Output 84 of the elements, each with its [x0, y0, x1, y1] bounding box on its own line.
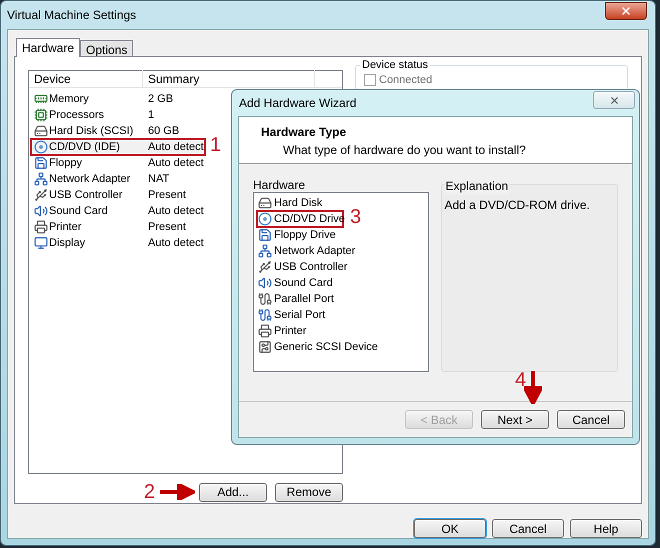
device-name: Printer — [49, 220, 82, 235]
window-title: Add Hardware Wizard — [239, 95, 356, 112]
device-name: Sound Card — [49, 204, 108, 219]
list-item[interactable]: Network Adapter — [258, 242, 356, 260]
hard-drive-icon — [34, 124, 48, 138]
list-item[interactable]: Sound Card — [258, 274, 333, 292]
callout-number: 2 — [144, 482, 155, 502]
list-label: Hardware — [253, 178, 306, 192]
memory-icon — [34, 92, 48, 106]
list-item[interactable]: Serial Port — [258, 306, 326, 324]
table-row[interactable]: Display Auto detect — [34, 235, 204, 251]
device-name: Memory — [49, 92, 89, 107]
button[interactable]: Add... — [199, 482, 267, 502]
speaker-icon — [258, 276, 272, 290]
device-summary: Auto detect — [148, 204, 204, 219]
list-item[interactable]: Hard Disk — [258, 194, 322, 212]
tab[interactable]: Hardware — [16, 38, 80, 57]
device-name: Hard Disk (SCSI) — [49, 124, 134, 139]
button[interactable]: Next > — [481, 410, 549, 429]
device-name: Display — [49, 236, 86, 251]
column-header: Summary — [143, 70, 315, 88]
table-row[interactable]: Sound Card Auto detect — [34, 203, 204, 219]
list-item[interactable]: Parallel Port — [258, 290, 334, 308]
device-summary: 60 GB — [148, 124, 180, 139]
callout-number: 3 — [350, 207, 362, 227]
device-summary: Auto detect — [148, 140, 204, 155]
button[interactable]: Help — [570, 519, 642, 538]
table-row[interactable]: Network Adapter NAT — [34, 171, 170, 187]
hard-drive-icon — [258, 196, 272, 210]
device-name: Network Adapter — [49, 172, 130, 187]
device-name: Processors — [49, 108, 104, 123]
cable-icon — [258, 292, 272, 306]
table-row[interactable]: Printer Present — [34, 219, 186, 235]
device-name: Floppy — [49, 156, 82, 171]
device-summary: 2 GB — [148, 92, 174, 107]
disc-icon — [34, 140, 48, 154]
callout-number: 4 — [515, 370, 526, 390]
callout-number: 1 — [210, 135, 222, 155]
printer-icon — [34, 220, 48, 234]
button[interactable]: Cancel — [492, 519, 564, 538]
button[interactable]: OK — [414, 519, 486, 538]
device-summary: NAT — [148, 172, 170, 187]
table-row[interactable]: Memory 2 GB — [34, 91, 174, 107]
close-button[interactable] — [593, 91, 635, 109]
checkbox[interactable] — [364, 74, 376, 86]
close-icon — [620, 5, 632, 17]
list-item[interactable]: Printer — [258, 322, 306, 340]
device-name: CD/DVD (IDE) — [49, 140, 120, 155]
list-item[interactable]: USB Controller — [258, 258, 348, 276]
device-summary: Present — [148, 188, 186, 203]
device-summary: Auto detect — [148, 236, 204, 251]
monitor-icon — [34, 236, 48, 250]
network-icon — [34, 172, 48, 186]
chip-icon — [258, 340, 272, 354]
close-button[interactable] — [605, 2, 647, 20]
cable-icon — [258, 308, 272, 322]
wizard-subheading: What type of hardware do you want to install? — [282, 142, 527, 159]
device-summary: 1 — [148, 108, 154, 123]
printer-icon — [258, 324, 272, 338]
checkbox-label: Connected — [379, 74, 432, 86]
device-summary: Auto detect — [148, 156, 204, 171]
list-item[interactable]: Floppy Drive — [258, 226, 336, 244]
table-row[interactable]: Processors 1 — [34, 107, 154, 123]
speaker-icon — [34, 204, 48, 218]
tab[interactable]: Options — [80, 40, 134, 56]
device-summary: Present — [148, 220, 186, 235]
close-icon — [608, 94, 620, 106]
explanation-text: Add a DVD/CD-ROM drive. — [444, 198, 590, 212]
column-header: Device — [29, 70, 143, 88]
network-icon — [258, 244, 272, 258]
device-name: USB Controller — [49, 188, 122, 203]
table-row[interactable]: Floppy Auto detect — [34, 155, 204, 171]
button[interactable]: Remove — [275, 482, 343, 502]
usb-icon — [258, 260, 272, 274]
cpu-icon — [34, 108, 48, 122]
list-item[interactable]: Generic SCSI Device — [258, 338, 378, 356]
disc-icon — [258, 212, 272, 226]
table-row[interactable]: Hard Disk (SCSI) 60 GB — [34, 123, 180, 139]
wizard-heading: Hardware Type — [261, 124, 348, 141]
table-row[interactable]: USB Controller Present — [34, 187, 186, 203]
button[interactable]: Cancel — [557, 410, 625, 429]
table-row[interactable]: CD/DVD (IDE) Auto detect — [34, 139, 204, 155]
usb-icon — [34, 188, 48, 202]
window-title: Virtual Machine Settings — [7, 7, 136, 24]
